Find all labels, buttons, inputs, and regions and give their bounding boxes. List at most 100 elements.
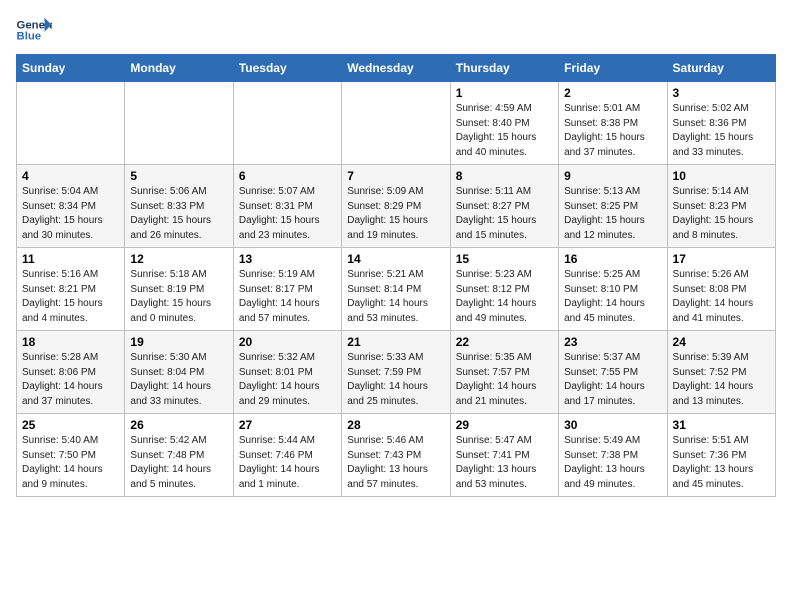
- calendar-week-5: 25 Sunrise: 5:40 AM Sunset: 7:50 PM Dayli…: [17, 414, 776, 497]
- calendar-cell: 9Sunrise: 5:13 AM Sunset: 8:25 PM Daylig…: [559, 165, 667, 248]
- day-info: Sunrise: 5:39 AM Sunset: 7:52 PM Dayligh…: [673, 351, 770, 409]
- day-number: 28: [347, 418, 444, 432]
- day-number: 15: [456, 252, 553, 266]
- calendar-cell: 6 Sunrise: 5:07 AM Sunset: 8:31 PM Daylig…: [233, 165, 341, 248]
- day-info: Sunrise: 5:49 AM Sunset: 7:38 PM Dayligh…: [564, 434, 661, 492]
- calendar-cell: 5 Sunrise: 5:06 AM Sunset: 8:33 PM Daylig…: [125, 165, 233, 248]
- day-number: 17: [673, 252, 770, 266]
- day-info: Sunrise: 5:21 AM Sunset: 8:14 PM Dayligh…: [347, 268, 444, 326]
- calendar-cell: 16Sunrise: 5:25 AM Sunset: 8:10 PM Dayli…: [559, 248, 667, 331]
- day-number: 20: [239, 335, 336, 349]
- day-number: 25: [22, 418, 119, 432]
- day-info: Sunrise: 5:35 AM Sunset: 7:57 PM Dayligh…: [456, 351, 553, 409]
- day-number: 4: [22, 169, 119, 183]
- day-number: 22: [456, 335, 553, 349]
- calendar-cell: 23 Sunrise: 5:37 AM Sunset: 7:55 PM Dayli…: [559, 331, 667, 414]
- day-info: Sunrise: 5:40 AM Sunset: 7:50 PM Dayligh…: [22, 434, 119, 492]
- day-info: Sunrise: 5:23 AM Sunset: 8:12 PM Dayligh…: [456, 268, 553, 326]
- page-header: General Blue: [16, 16, 776, 44]
- day-number: 5: [130, 169, 227, 183]
- calendar-cell: [17, 82, 125, 165]
- calendar-cell: 26 Sunrise: 5:42 AM Sunset: 7:48 PM Dayli…: [125, 414, 233, 497]
- calendar-week-2: 4 Sunrise: 5:04 AM Sunset: 8:34 PM Daylig…: [17, 165, 776, 248]
- calendar-cell: [125, 82, 233, 165]
- column-header-saturday: Saturday: [667, 55, 775, 82]
- day-info: Sunrise: 5:06 AM Sunset: 8:33 PM Dayligh…: [130, 185, 227, 243]
- day-info: Sunrise: 5:01 AM Sunset: 8:38 PM Dayligh…: [564, 102, 661, 160]
- calendar-cell: 20 Sunrise: 5:32 AM Sunset: 8:01 PM Dayli…: [233, 331, 341, 414]
- day-info: Sunrise: 5:09 AM Sunset: 8:29 PM Dayligh…: [347, 185, 444, 243]
- column-header-thursday: Thursday: [450, 55, 558, 82]
- calendar-cell: 27 Sunrise: 5:44 AM Sunset: 7:46 PM Dayli…: [233, 414, 341, 497]
- calendar-header-row: SundayMondayTuesdayWednesdayThursdayFrid…: [17, 55, 776, 82]
- column-header-friday: Friday: [559, 55, 667, 82]
- day-info: Sunrise: 5:30 AM Sunset: 8:04 PM Dayligh…: [130, 351, 227, 409]
- day-info: Sunrise: 5:04 AM Sunset: 8:34 PM Dayligh…: [22, 185, 119, 243]
- calendar-cell: 13 Sunrise: 5:19 AM Sunset: 8:17 PM Dayli…: [233, 248, 341, 331]
- calendar-cell: 7 Sunrise: 5:09 AM Sunset: 8:29 PM Daylig…: [342, 165, 450, 248]
- calendar-cell: 1 Sunrise: 4:59 AM Sunset: 8:40 PM Daylig…: [450, 82, 558, 165]
- calendar-cell: 12Sunrise: 5:18 AM Sunset: 8:19 PM Dayli…: [125, 248, 233, 331]
- day-number: 12: [130, 252, 227, 266]
- calendar-cell: 4 Sunrise: 5:04 AM Sunset: 8:34 PM Daylig…: [17, 165, 125, 248]
- day-number: 14: [347, 252, 444, 266]
- day-info: Sunrise: 5:16 AM Sunset: 8:21 PM Dayligh…: [22, 268, 119, 326]
- day-number: 19: [130, 335, 227, 349]
- day-number: 26: [130, 418, 227, 432]
- day-info: Sunrise: 5:44 AM Sunset: 7:46 PM Dayligh…: [239, 434, 336, 492]
- day-number: 24: [673, 335, 770, 349]
- calendar-cell: 2 Sunrise: 5:01 AM Sunset: 8:38 PM Daylig…: [559, 82, 667, 165]
- day-number: 27: [239, 418, 336, 432]
- day-info: Sunrise: 5:02 AM Sunset: 8:36 PM Dayligh…: [673, 102, 770, 160]
- day-number: 2: [564, 86, 661, 100]
- day-number: 8: [456, 169, 553, 183]
- calendar-cell: 21 Sunrise: 5:33 AM Sunset: 7:59 PM Dayli…: [342, 331, 450, 414]
- calendar-cell: 22 Sunrise: 5:35 AM Sunset: 7:57 PM Dayli…: [450, 331, 558, 414]
- day-info: Sunrise: 5:51 AM Sunset: 7:36 PM Dayligh…: [673, 434, 770, 492]
- day-info: Sunrise: 5:28 AM Sunset: 8:06 PM Dayligh…: [22, 351, 119, 409]
- calendar-cell: 18Sunrise: 5:28 AM Sunset: 8:06 PM Dayli…: [17, 331, 125, 414]
- calendar-week-3: 11 Sunrise: 5:16 AM Sunset: 8:21 PM Dayli…: [17, 248, 776, 331]
- day-info: Sunrise: 5:32 AM Sunset: 8:01 PM Dayligh…: [239, 351, 336, 409]
- day-number: 10: [673, 169, 770, 183]
- calendar-cell: 11 Sunrise: 5:16 AM Sunset: 8:21 PM Dayli…: [17, 248, 125, 331]
- day-info: Sunrise: 5:14 AM Sunset: 8:23 PM Dayligh…: [673, 185, 770, 243]
- day-number: 1: [456, 86, 553, 100]
- day-info: Sunrise: 5:47 AM Sunset: 7:41 PM Dayligh…: [456, 434, 553, 492]
- calendar-cell: 28 Sunrise: 5:46 AM Sunset: 7:43 PM Dayli…: [342, 414, 450, 497]
- calendar-cell: [342, 82, 450, 165]
- day-number: 13: [239, 252, 336, 266]
- calendar-cell: 17 Sunrise: 5:26 AM Sunset: 8:08 PM Dayli…: [667, 248, 775, 331]
- calendar-cell: 10 Sunrise: 5:14 AM Sunset: 8:23 PM Dayli…: [667, 165, 775, 248]
- column-header-sunday: Sunday: [17, 55, 125, 82]
- day-number: 29: [456, 418, 553, 432]
- calendar-week-1: 1 Sunrise: 4:59 AM Sunset: 8:40 PM Daylig…: [17, 82, 776, 165]
- day-number: 7: [347, 169, 444, 183]
- day-number: 23: [564, 335, 661, 349]
- day-number: 6: [239, 169, 336, 183]
- day-info: Sunrise: 5:07 AM Sunset: 8:31 PM Dayligh…: [239, 185, 336, 243]
- day-info: Sunrise: 5:26 AM Sunset: 8:08 PM Dayligh…: [673, 268, 770, 326]
- svg-text:Blue: Blue: [17, 31, 42, 43]
- day-info: Sunrise: 5:11 AM Sunset: 8:27 PM Dayligh…: [456, 185, 553, 243]
- day-number: 30: [564, 418, 661, 432]
- calendar-cell: 8 Sunrise: 5:11 AM Sunset: 8:27 PM Daylig…: [450, 165, 558, 248]
- day-info: Sunrise: 5:33 AM Sunset: 7:59 PM Dayligh…: [347, 351, 444, 409]
- day-info: Sunrise: 5:25 AM Sunset: 8:10 PM Dayligh…: [564, 268, 661, 326]
- day-number: 3: [673, 86, 770, 100]
- calendar-cell: 14 Sunrise: 5:21 AM Sunset: 8:14 PM Dayli…: [342, 248, 450, 331]
- calendar-cell: 25 Sunrise: 5:40 AM Sunset: 7:50 PM Dayli…: [17, 414, 125, 497]
- day-info: Sunrise: 5:42 AM Sunset: 7:48 PM Dayligh…: [130, 434, 227, 492]
- day-info: Sunrise: 5:37 AM Sunset: 7:55 PM Dayligh…: [564, 351, 661, 409]
- calendar-table: SundayMondayTuesdayWednesdayThursdayFrid…: [16, 54, 776, 497]
- calendar-cell: 29 Sunrise: 5:47 AM Sunset: 7:41 PM Dayli…: [450, 414, 558, 497]
- calendar-cell: 31Sunrise: 5:51 AM Sunset: 7:36 PM Dayli…: [667, 414, 775, 497]
- day-info: Sunrise: 5:19 AM Sunset: 8:17 PM Dayligh…: [239, 268, 336, 326]
- calendar-cell: 24 Sunrise: 5:39 AM Sunset: 7:52 PM Dayli…: [667, 331, 775, 414]
- day-info: Sunrise: 5:46 AM Sunset: 7:43 PM Dayligh…: [347, 434, 444, 492]
- day-number: 11: [22, 252, 119, 266]
- logo: General Blue: [16, 16, 52, 44]
- day-number: 21: [347, 335, 444, 349]
- day-info: Sunrise: 4:59 AM Sunset: 8:40 PM Dayligh…: [456, 102, 553, 160]
- calendar-cell: [233, 82, 341, 165]
